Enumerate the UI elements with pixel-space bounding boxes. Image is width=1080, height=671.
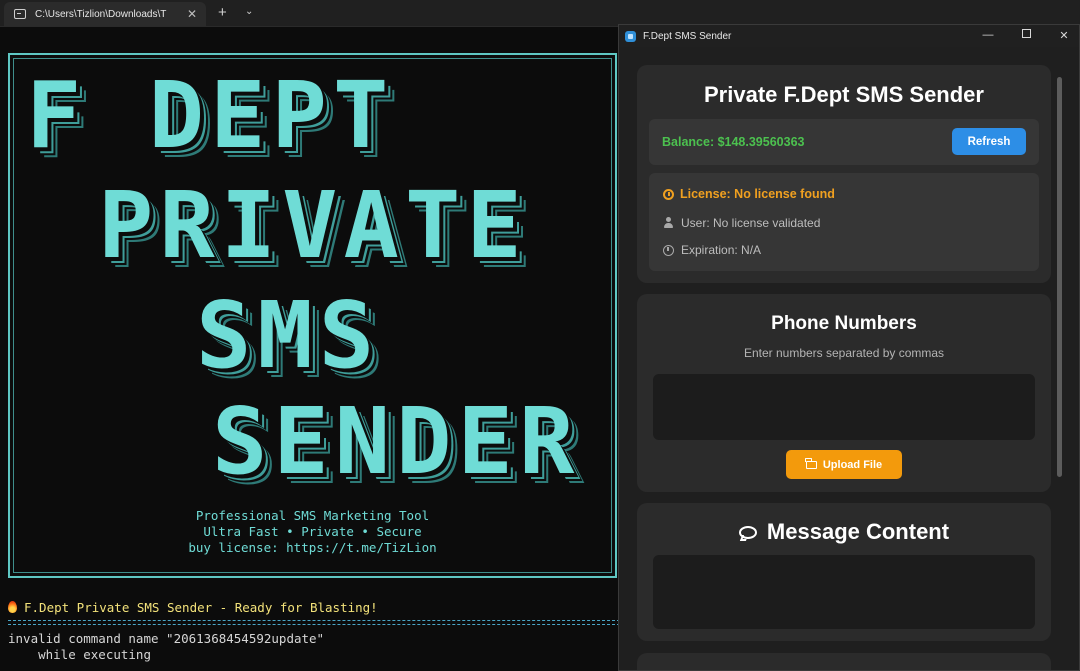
license-expiration-row: Expiration: N/A [663, 243, 761, 257]
terminal-output-line: invalid command name "2061368454592updat… [8, 631, 325, 646]
terminal-divider [8, 620, 620, 625]
terminal-status-line: F.Dept Private SMS Sender - Ready for Bl… [8, 600, 378, 615]
terminal-tab[interactable]: C:\Users\Tizlion\Downloads\T ✕ [4, 2, 206, 26]
upload-file-label: Upload File [822, 458, 883, 471]
fire-icon [8, 601, 17, 613]
license-clock-icon [663, 188, 674, 200]
minimize-button[interactable]: — [981, 29, 995, 41]
header-card: Private F.Dept SMS Sender Balance: $148.… [637, 65, 1051, 283]
message-content-card: Message Content [637, 503, 1051, 641]
app-window: F.Dept SMS Sender — ✕ Private F.Dept SMS… [618, 24, 1080, 671]
license-user: User: No license validated [681, 216, 821, 230]
scrollbar[interactable] [1057, 77, 1062, 477]
license-status: License: No license found [680, 187, 835, 201]
page-title: Private F.Dept SMS Sender [704, 82, 984, 107]
folder-icon [805, 458, 817, 469]
new-tab-button[interactable]: + [218, 4, 227, 21]
terminal-tab-bar: C:\Users\Tizlion\Downloads\T ✕ + ⌄ [0, 0, 1080, 27]
phone-numbers-input[interactable] [653, 374, 1035, 440]
banner-subtitle-2: Ultra Fast • Private • Secure [203, 524, 422, 539]
license-expiration: Expiration: N/A [681, 243, 762, 257]
banner-subtitle-3: buy license: https://t.me/TizLion [188, 540, 437, 555]
balance-text: Balance: $148.39560363 [662, 135, 805, 149]
chat-bubble-icon [738, 525, 757, 539]
phone-numbers-hint: Enter numbers separated by commas [743, 346, 945, 360]
chevron-down-icon[interactable]: ⌄ [245, 6, 253, 17]
banner-line-2: PRIVATE [98, 172, 528, 279]
close-button[interactable]: ✕ [1057, 29, 1071, 42]
banner-subtitle-1: Professional SMS Marketing Tool [195, 508, 430, 523]
next-card-peek [637, 653, 1051, 670]
terminal-output-line: while executing [8, 647, 151, 662]
refresh-button[interactable]: Refresh [952, 128, 1026, 155]
close-icon[interactable]: ✕ [187, 7, 197, 21]
maximize-icon [1021, 29, 1031, 38]
license-status-row: License: No license found [663, 187, 835, 201]
phone-numbers-card: Phone Numbers Enter numbers separated by… [637, 294, 1051, 492]
license-panel: License: No license found User: No licen… [649, 173, 1039, 271]
terminal-tab-title: C:\Users\Tizlion\Downloads\T [35, 8, 167, 20]
license-user-row: User: No license validated [663, 216, 820, 230]
maximize-button[interactable] [1019, 29, 1033, 41]
banner-line-4: SENDER [212, 388, 581, 495]
terminal-status-text: F.Dept Private SMS Sender - Ready for Bl… [24, 600, 378, 615]
user-icon [663, 217, 674, 229]
phone-numbers-title: Phone Numbers [771, 313, 917, 334]
app-icon [625, 30, 636, 42]
app-title-bar[interactable]: F.Dept SMS Sender — ✕ [619, 25, 1079, 47]
terminal-icon [14, 9, 26, 19]
alarm-clock-icon [663, 244, 674, 256]
balance-panel: Balance: $148.39560363 Refresh [649, 119, 1039, 165]
message-title-row: Message Content [637, 519, 1051, 545]
message-content-input[interactable] [653, 555, 1035, 629]
message-content-title: Message Content [766, 519, 950, 544]
banner-line-3: SMS [196, 282, 381, 389]
upload-file-button[interactable]: Upload File [786, 450, 902, 479]
app-window-title: F.Dept SMS Sender [643, 30, 732, 42]
banner-line-1: F DEPT [26, 62, 395, 169]
